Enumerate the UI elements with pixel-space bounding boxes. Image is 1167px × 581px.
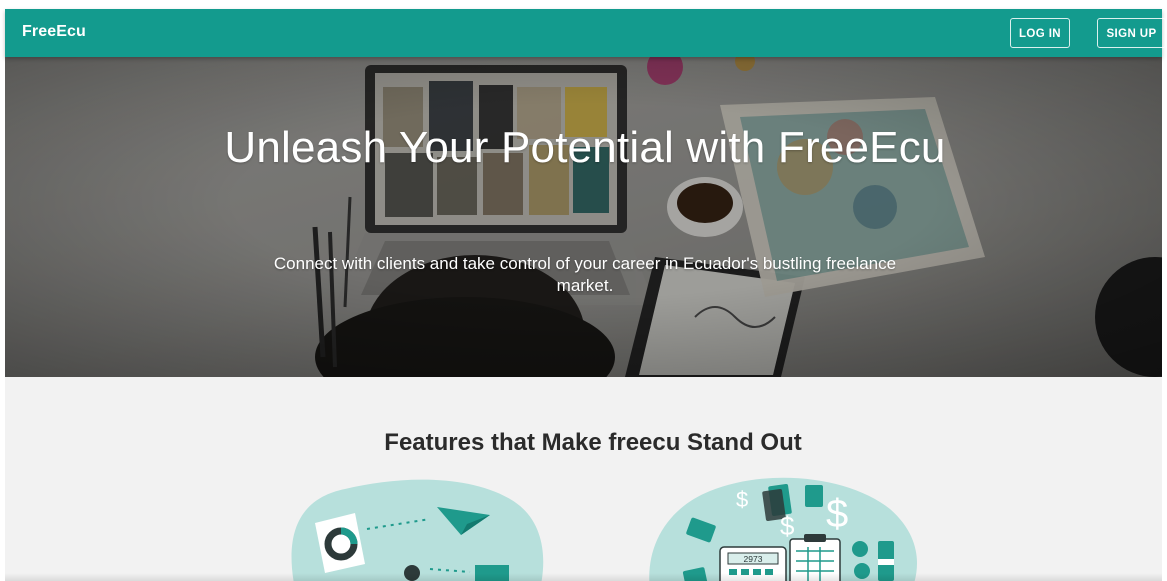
- features-title: Features that Make freecu Stand Out: [384, 429, 802, 456]
- brand-logo[interactable]: FreeEcu: [22, 23, 86, 41]
- login-button[interactable]: LOG IN: [1010, 18, 1070, 48]
- svg-text:$: $: [780, 511, 795, 541]
- hero-subtitle: Connect with clients and take control of…: [273, 254, 897, 295]
- svg-text:2973: 2973: [744, 554, 763, 564]
- page: FreeEcu LOG IN SIGN UP Unleash Your Pote…: [0, 0, 1167, 581]
- svg-text:$: $: [736, 487, 748, 512]
- svg-text:$: $: [826, 492, 848, 536]
- hero-section: Unleash Your Potential with FreeEcu Conn…: [5, 57, 1162, 377]
- top-navbar: FreeEcu LOG IN SIGN UP: [5, 9, 1166, 57]
- section-divider: [5, 573, 1162, 581]
- hero-title: Unleash Your Potential with FreeEcu: [224, 123, 946, 172]
- features-section: Features that Make freecu Stand Out $ $ …: [5, 377, 1162, 581]
- signup-button[interactable]: SIGN UP: [1097, 18, 1166, 48]
- networking-illustration-icon: [291, 479, 544, 581]
- payments-illustration-icon: $ $ $ 2973: [649, 477, 917, 581]
- workspace-photo: [5, 57, 1162, 377]
